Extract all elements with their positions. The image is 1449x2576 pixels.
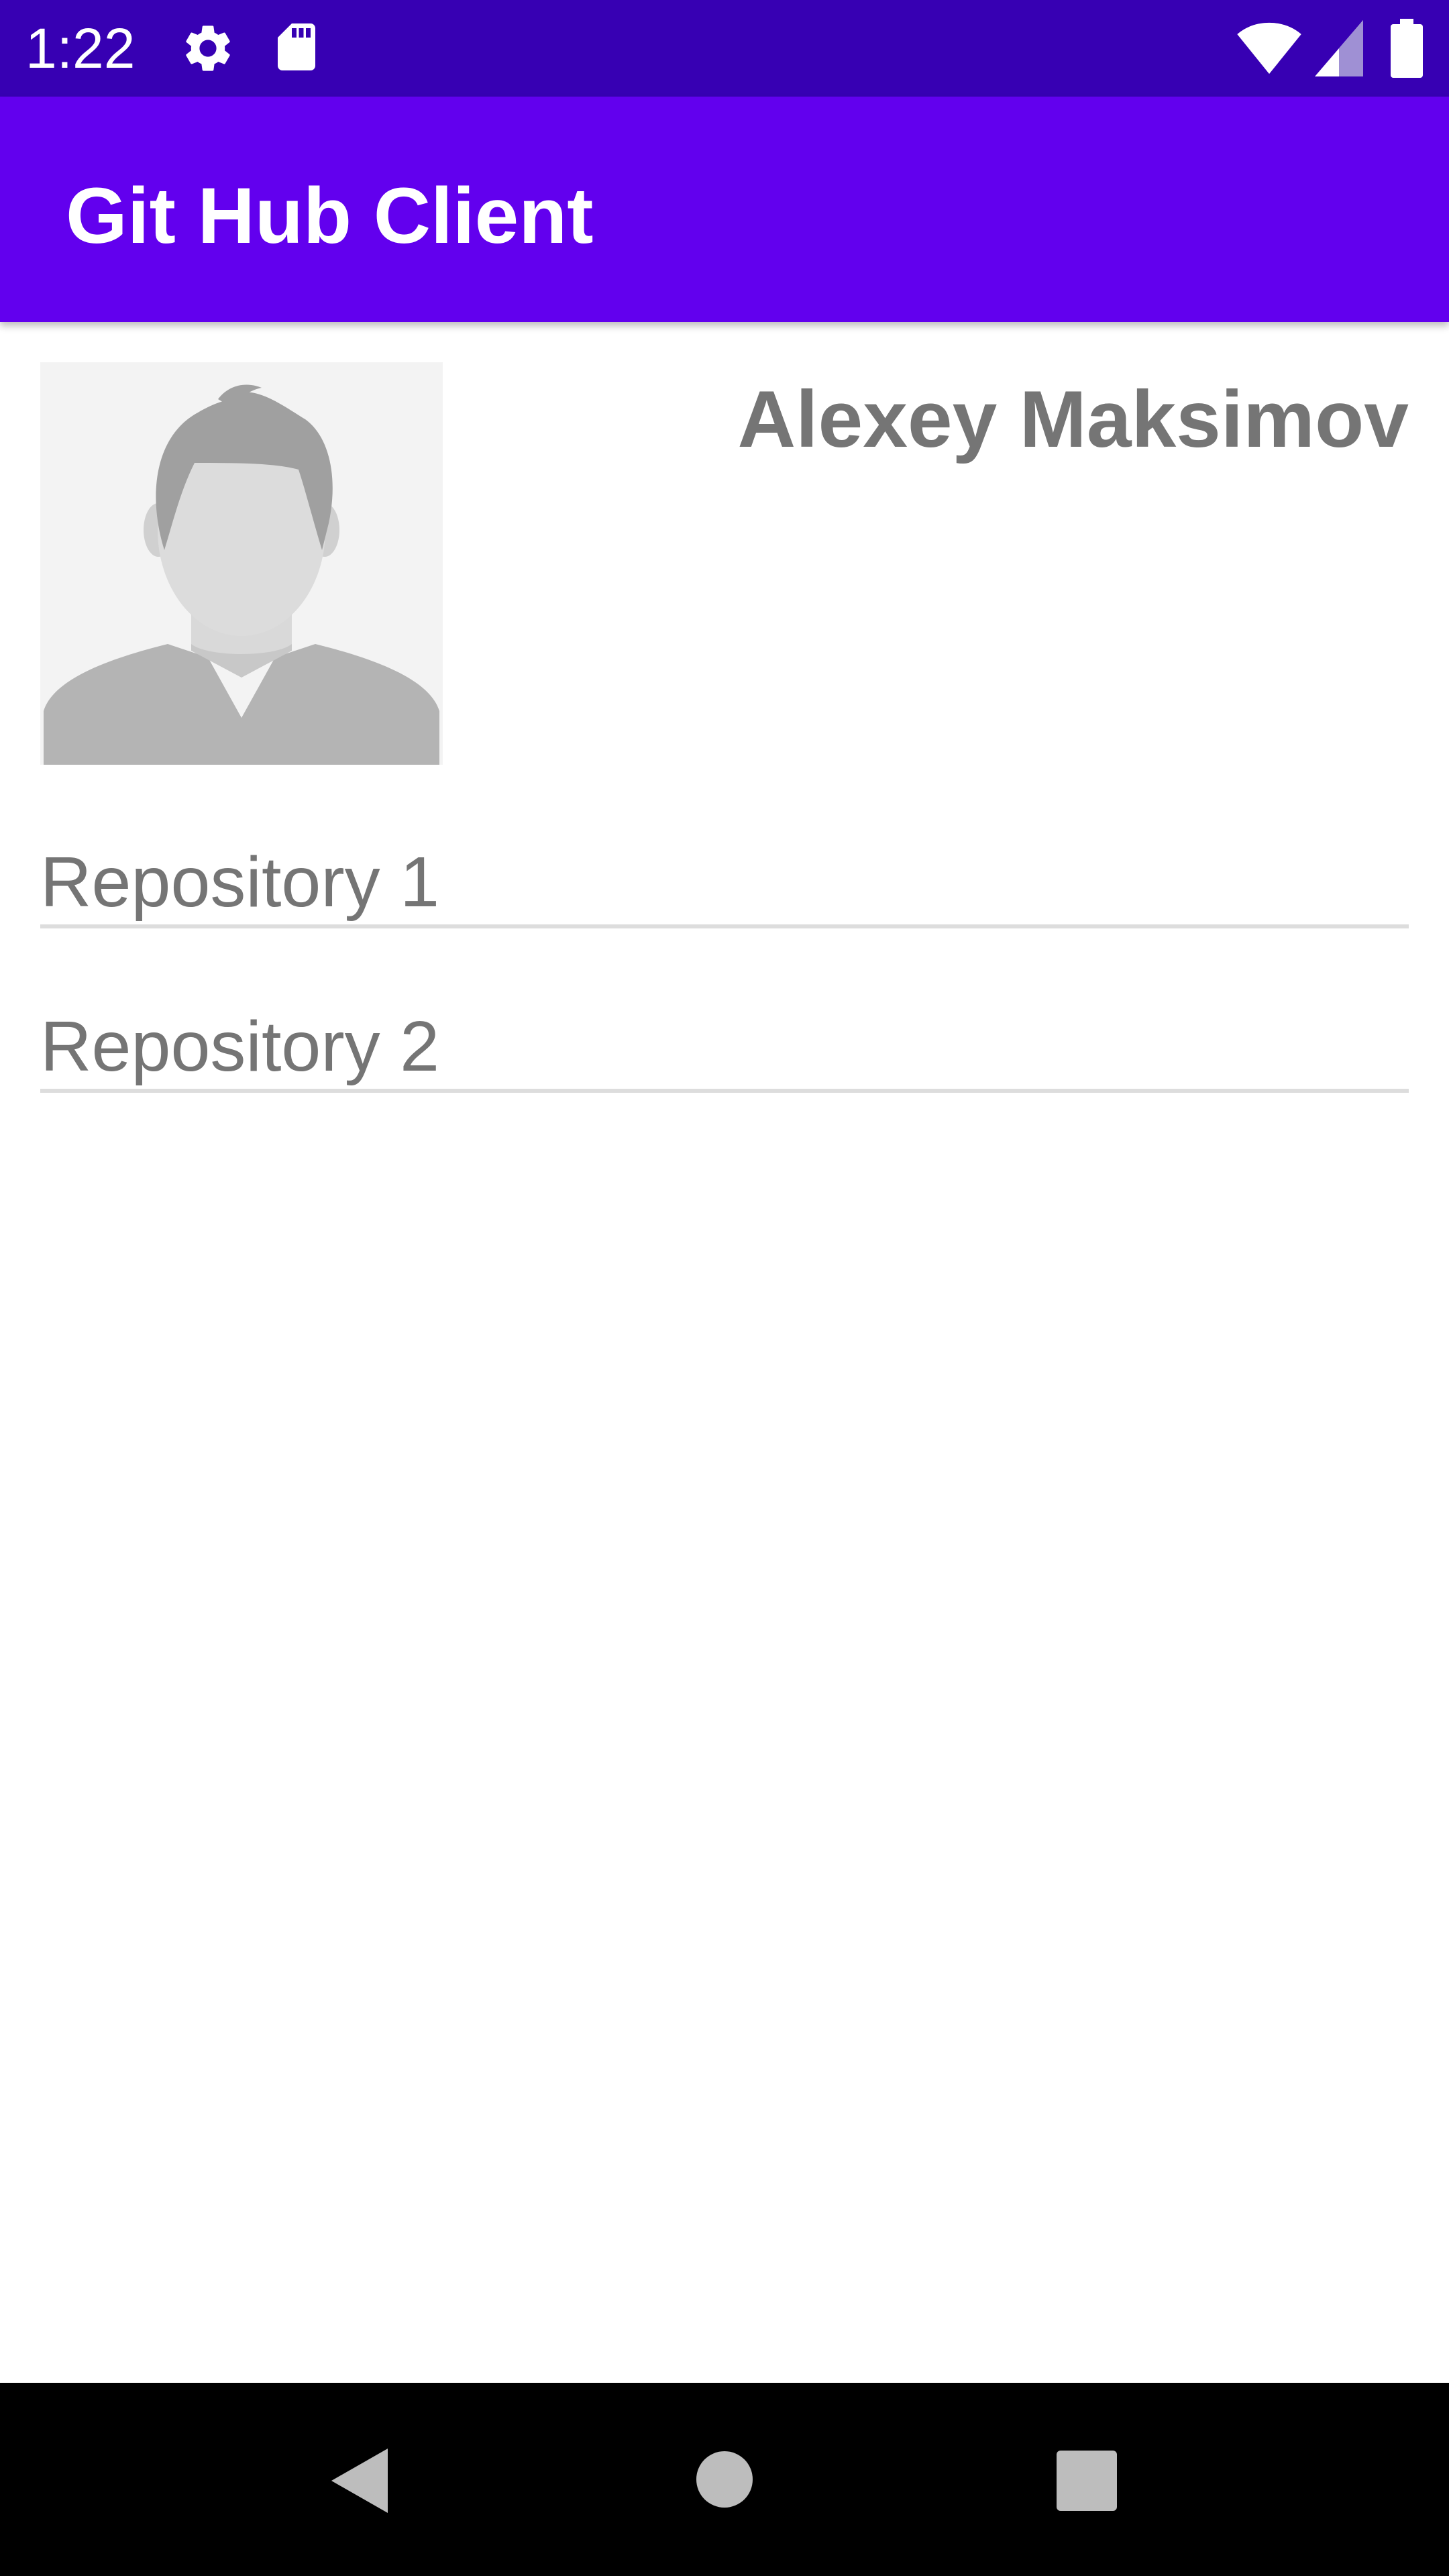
recents-icon[interactable] bbox=[1056, 2450, 1118, 2512]
wifi-icon bbox=[1237, 22, 1301, 74]
list-item[interactable]: Repository 2 bbox=[40, 989, 1409, 1154]
avatar-placeholder-icon bbox=[40, 362, 443, 765]
divider bbox=[40, 924, 1409, 928]
app-title: Git Hub Client bbox=[66, 172, 594, 260]
sd-card-icon bbox=[278, 23, 315, 70]
divider bbox=[40, 1089, 1409, 1093]
repository-list: Repository 1 Repository 2 bbox=[40, 825, 1409, 1154]
gear-icon bbox=[186, 25, 230, 71]
status-time: 1:22 bbox=[25, 17, 136, 80]
repository-name: Repository 1 bbox=[40, 843, 440, 922]
navigation-bar bbox=[0, 2383, 1449, 2576]
repository-name: Repository 2 bbox=[40, 1007, 440, 1086]
back-icon[interactable] bbox=[329, 2447, 389, 2514]
user-name: Alexey Maksimov bbox=[737, 374, 1409, 464]
avatar[interactable] bbox=[40, 362, 443, 765]
status-bar: 1:22 bbox=[0, 0, 1449, 97]
list-item[interactable]: Repository 1 bbox=[40, 825, 1409, 989]
cell-signal-icon bbox=[1315, 20, 1363, 76]
battery-icon bbox=[1391, 19, 1423, 78]
home-icon[interactable] bbox=[695, 2450, 754, 2509]
app-bar: Git Hub Client bbox=[0, 97, 1449, 322]
